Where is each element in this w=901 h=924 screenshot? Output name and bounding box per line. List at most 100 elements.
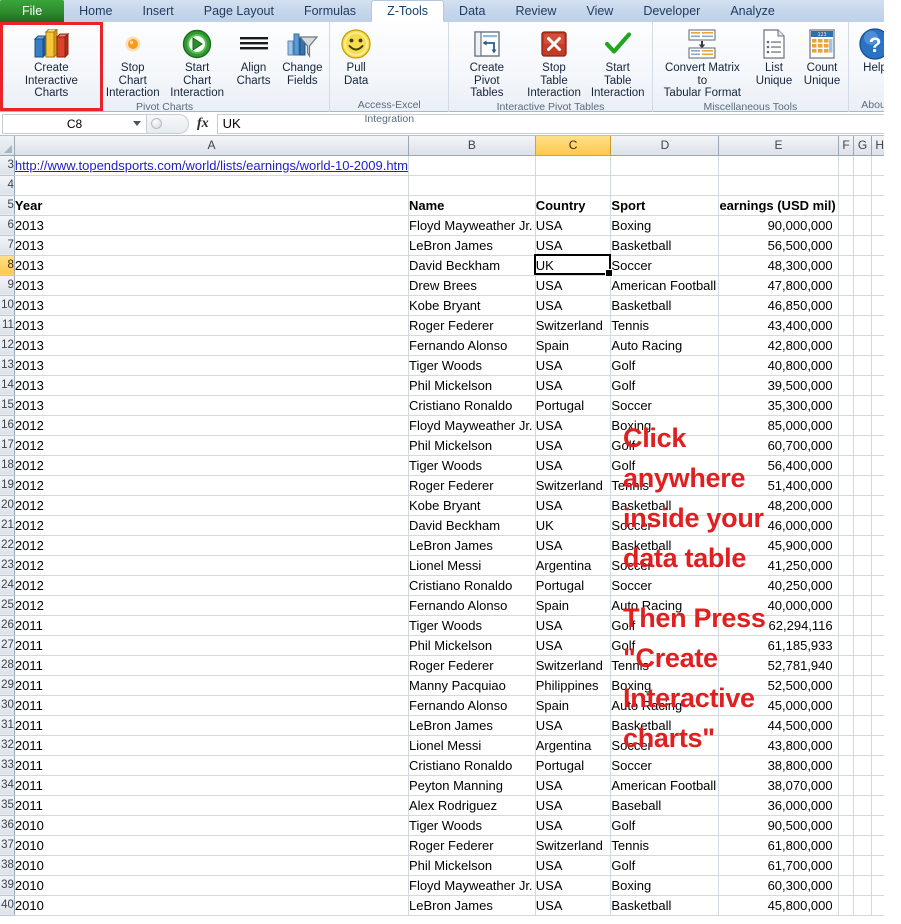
- cell-B38[interactable]: Phil Mickelson: [408, 855, 536, 876]
- cell-F30[interactable]: [838, 695, 855, 716]
- cell-C18[interactable]: USA: [535, 455, 612, 476]
- cell-F32[interactable]: [838, 735, 855, 756]
- row-header-26[interactable]: 26: [0, 615, 15, 636]
- cell-G6[interactable]: [853, 215, 872, 236]
- ribbon-tab-page-layout[interactable]: Page Layout: [189, 0, 289, 22]
- row-header-31[interactable]: 31: [0, 715, 15, 736]
- cell-G3[interactable]: [853, 155, 872, 176]
- spreadsheet-grid[interactable]: ABCDEFGHI 3http://www.topendsports.com/w…: [0, 136, 901, 916]
- cell-C17[interactable]: USA: [535, 435, 612, 456]
- cell-G11[interactable]: [853, 315, 872, 336]
- column-header-E[interactable]: E: [718, 136, 839, 156]
- row-header-9[interactable]: 9: [0, 275, 15, 296]
- cell-B18[interactable]: Tiger Woods: [408, 455, 536, 476]
- cell-F39[interactable]: [838, 875, 855, 896]
- row-header-34[interactable]: 34: [0, 775, 15, 796]
- cell-E38[interactable]: 61,700,000: [718, 855, 839, 876]
- cell-B10[interactable]: Kobe Bryant: [408, 295, 536, 316]
- cell-D12[interactable]: Auto Racing: [610, 335, 720, 356]
- column-header-B[interactable]: B: [408, 136, 536, 156]
- cell-C24[interactable]: Portugal: [535, 575, 612, 596]
- cell-C23[interactable]: Argentina: [535, 555, 612, 576]
- start-chart-interaction-button[interactable]: Start Chart Interaction: [165, 24, 230, 100]
- cell-F27[interactable]: [838, 635, 855, 656]
- cell-E39[interactable]: 60,300,000: [718, 875, 839, 896]
- cell-B33[interactable]: Cristiano Ronaldo: [408, 755, 536, 776]
- cell-C6[interactable]: USA: [535, 215, 612, 236]
- pull-data-button[interactable]: Pull Data: [332, 24, 380, 87]
- cell-E4[interactable]: [718, 175, 839, 196]
- cell-F26[interactable]: [838, 615, 855, 636]
- cell-A24[interactable]: 2012: [14, 575, 410, 596]
- cell-E8[interactable]: 48,300,000: [718, 255, 839, 276]
- row-header-5[interactable]: 5: [0, 195, 15, 216]
- cell-A30[interactable]: 2011: [14, 695, 410, 716]
- create-interactive-charts-button[interactable]: Create Interactive Charts: [2, 24, 101, 100]
- cell-C7[interactable]: USA: [535, 235, 612, 256]
- cell-G16[interactable]: [853, 415, 872, 436]
- stop-chart-interaction-button[interactable]: Stop Chart Interaction: [101, 24, 165, 100]
- row-header-32[interactable]: 32: [0, 735, 15, 756]
- cell-C25[interactable]: Spain: [535, 595, 612, 616]
- cell-E11[interactable]: 43,400,000: [718, 315, 839, 336]
- cell-A33[interactable]: 2011: [14, 755, 410, 776]
- cell-B6[interactable]: Floyd Mayweather Jr.: [408, 215, 536, 236]
- cell-F37[interactable]: [838, 835, 855, 856]
- cell-G25[interactable]: [853, 595, 872, 616]
- cell-A16[interactable]: 2012: [14, 415, 410, 436]
- cell-C12[interactable]: Spain: [535, 335, 612, 356]
- cell-C37[interactable]: Switzerland: [535, 835, 612, 856]
- cell-G22[interactable]: [853, 535, 872, 556]
- cell-A18[interactable]: 2012: [14, 455, 410, 476]
- row-header-12[interactable]: 12: [0, 335, 15, 356]
- row-header-15[interactable]: 15: [0, 395, 15, 416]
- cell-C15[interactable]: Portugal: [535, 395, 612, 416]
- ribbon-tab-developer[interactable]: Developer: [628, 0, 715, 22]
- cell-C5[interactable]: Country: [535, 195, 612, 216]
- cell-A10[interactable]: 2013: [14, 295, 410, 316]
- row-header-18[interactable]: 18: [0, 455, 15, 476]
- cell-F31[interactable]: [838, 715, 855, 736]
- cell-C13[interactable]: USA: [535, 355, 612, 376]
- cell-G32[interactable]: [853, 735, 872, 756]
- cell-E12[interactable]: 42,800,000: [718, 335, 839, 356]
- cell-G24[interactable]: [853, 575, 872, 596]
- cell-B15[interactable]: Cristiano Ronaldo: [408, 395, 536, 416]
- cell-F33[interactable]: [838, 755, 855, 776]
- cell-B12[interactable]: Fernando Alonso: [408, 335, 536, 356]
- start-table-interaction-button[interactable]: Start Table Interaction: [586, 24, 650, 100]
- cell-D4[interactable]: [610, 175, 720, 196]
- cell-B14[interactable]: Phil Mickelson: [408, 375, 536, 396]
- cell-E37[interactable]: 61,800,000: [718, 835, 839, 856]
- ribbon-tab-view[interactable]: View: [571, 0, 628, 22]
- cell-F17[interactable]: [838, 435, 855, 456]
- cell-A4[interactable]: [14, 175, 410, 196]
- cell-A34[interactable]: 2011: [14, 775, 410, 796]
- cell-E13[interactable]: 40,800,000: [718, 355, 839, 376]
- cell-E34[interactable]: 38,070,000: [718, 775, 839, 796]
- row-header-10[interactable]: 10: [0, 295, 15, 316]
- cell-E33[interactable]: 38,800,000: [718, 755, 839, 776]
- cell-F14[interactable]: [838, 375, 855, 396]
- cell-F23[interactable]: [838, 555, 855, 576]
- cell-D3[interactable]: [610, 155, 720, 176]
- row-header-19[interactable]: 19: [0, 475, 15, 496]
- cell-F18[interactable]: [838, 455, 855, 476]
- cell-G4[interactable]: [853, 175, 872, 196]
- row-header-40[interactable]: 40: [0, 895, 15, 916]
- row-header-24[interactable]: 24: [0, 575, 15, 596]
- cell-C35[interactable]: USA: [535, 795, 612, 816]
- cell-D39[interactable]: Boxing: [610, 875, 720, 896]
- cell-G19[interactable]: [853, 475, 872, 496]
- cell-D5[interactable]: Sport: [610, 195, 720, 216]
- cell-B32[interactable]: Lionel Messi: [408, 735, 536, 756]
- cell-F7[interactable]: [838, 235, 855, 256]
- cell-D33[interactable]: Soccer: [610, 755, 720, 776]
- cell-A17[interactable]: 2012: [14, 435, 410, 456]
- cell-G29[interactable]: [853, 675, 872, 696]
- cell-G5[interactable]: [853, 195, 872, 216]
- cell-G9[interactable]: [853, 275, 872, 296]
- row-header-36[interactable]: 36: [0, 815, 15, 836]
- ribbon-tab-review[interactable]: Review: [500, 0, 571, 22]
- cell-D6[interactable]: Boxing: [610, 215, 720, 236]
